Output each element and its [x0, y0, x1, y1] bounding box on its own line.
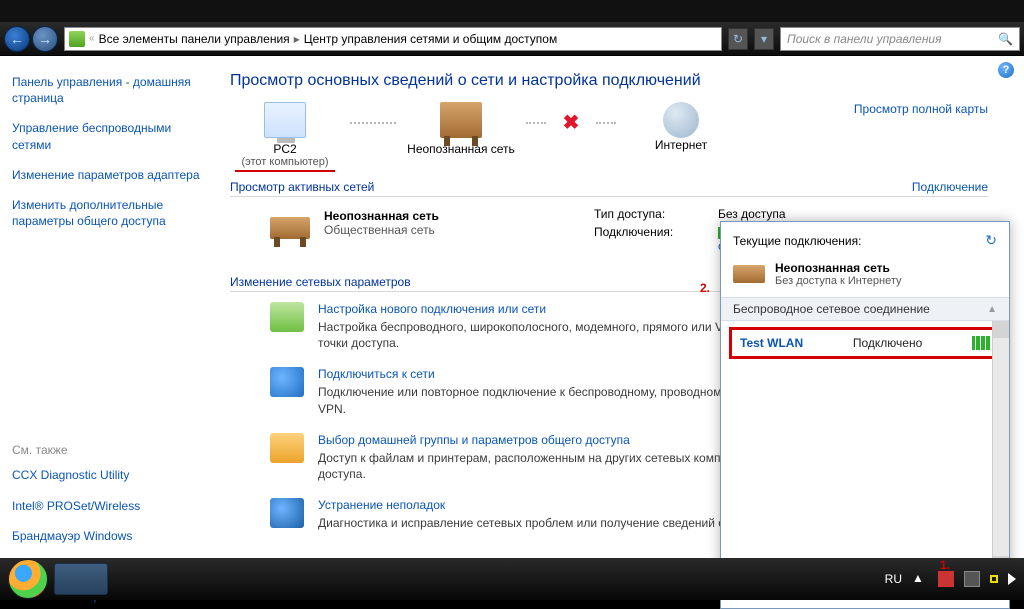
sidebar-item-adapter[interactable]: Изменение параметров адаптера: [12, 167, 202, 183]
volume-icon[interactable]: [1008, 573, 1016, 585]
content: ? Панель управления - домашняя страница …: [0, 56, 1024, 558]
sidebar-item-wireless[interactable]: Управление беспроводными сетями: [12, 120, 202, 152]
system-tray: RU ▲: [885, 571, 1016, 587]
globe-icon: [663, 102, 699, 138]
seealso-heading: См. также: [12, 443, 202, 457]
navbar: ← → « Все элементы панели управления ▸ Ц…: [0, 22, 1024, 56]
seealso-intel[interactable]: Intel® PROSet/Wireless: [12, 498, 202, 514]
forward-button[interactable]: →: [32, 26, 58, 52]
show-hidden-icons[interactable]: ▲: [912, 571, 928, 587]
node-internet[interactable]: Интернет: [626, 102, 736, 152]
search-placeholder: Поиск в панели управления: [787, 32, 942, 46]
seealso-firewall[interactable]: Брандмауэр Windows: [12, 528, 202, 544]
search-input[interactable]: Поиск в панели управления 🔍: [780, 27, 1020, 51]
annotation-underline: [235, 170, 335, 172]
network-flyout: Текущие подключения: ↻ Неопознанная сеть…: [720, 221, 1010, 609]
seealso-ccx[interactable]: CCX Diagnostic Utility: [12, 467, 202, 483]
search-icon: 🔍: [998, 32, 1013, 46]
sidebar-item-sharing[interactable]: Изменить дополнительные параметры общего…: [12, 197, 202, 229]
computer-icon: [264, 102, 306, 138]
connect-link[interactable]: Подключение: [912, 180, 988, 194]
task-link[interactable]: Настройка нового подключения или сети: [318, 302, 546, 316]
wifi-tray-icon[interactable]: [990, 575, 998, 583]
refresh-button[interactable]: ↻: [728, 28, 748, 50]
network-map: PC2 (этот компьютер) Неопознанная сеть ✖…: [230, 102, 988, 172]
sidebar-home[interactable]: Панель управления - домашняя страница: [12, 74, 202, 106]
view-full-map-link[interactable]: Просмотр полной карты: [854, 102, 988, 116]
bench-icon: [270, 217, 310, 239]
troubleshoot-icon: [270, 498, 304, 528]
back-button[interactable]: ←: [4, 26, 30, 52]
wifi-list: Test WLAN Подключено: [721, 321, 1009, 573]
task-link[interactable]: Подключиться к сети: [318, 367, 435, 381]
node-unknown[interactable]: Неопознанная сеть: [406, 102, 516, 156]
control-panel-icon: [69, 31, 85, 47]
network-type-link[interactable]: Общественная сеть: [324, 223, 439, 237]
power-icon[interactable]: [964, 571, 980, 587]
bench-icon: [733, 265, 765, 283]
connection-line: [350, 122, 396, 124]
refresh-icon[interactable]: ↻: [985, 232, 997, 249]
taskbar: RU ▲: [0, 558, 1024, 600]
chevron-up-icon: ▲: [987, 304, 997, 315]
start-button[interactable]: [8, 559, 48, 599]
flyout-section[interactable]: Беспроводное сетевое соединение ▲: [721, 297, 1009, 321]
chevron-left-icon: «: [89, 33, 95, 44]
breadcrumb[interactable]: « Все элементы панели управления ▸ Центр…: [64, 27, 722, 51]
taskbar-app[interactable]: [54, 563, 108, 595]
breadcrumb-item[interactable]: Все элементы панели управления: [99, 32, 290, 46]
annotation-2: 2.: [700, 281, 710, 295]
section-active-networks: Просмотр активных сетей Подключение: [230, 180, 988, 197]
task-link[interactable]: Выбор домашней группы и параметров общег…: [318, 433, 630, 447]
new-connection-icon: [270, 302, 304, 332]
page-title: Просмотр основных сведений о сети и наст…: [230, 72, 988, 90]
disconnected-icon: ✖: [556, 110, 586, 135]
flyout-title: Текущие подключения:: [733, 234, 861, 248]
homegroup-icon: [270, 433, 304, 463]
task-link[interactable]: Устранение неполадок: [318, 498, 445, 512]
connection-line: [526, 122, 546, 124]
scrollbar[interactable]: [992, 321, 1009, 573]
connection-line: [596, 122, 616, 124]
connect-icon: [270, 367, 304, 397]
breadcrumb-item[interactable]: Центр управления сетями и общим доступом: [304, 32, 558, 46]
bench-icon: [440, 102, 482, 138]
chevron-right-icon: ▸: [294, 32, 300, 46]
wifi-item-test-wlan[interactable]: Test WLAN Подключено: [729, 327, 1001, 359]
sidebar: Панель управления - домашняя страница Уп…: [0, 56, 214, 558]
dropdown-button[interactable]: ▾: [754, 28, 774, 50]
language-indicator[interactable]: RU: [885, 572, 902, 586]
action-center-icon[interactable]: [938, 571, 954, 587]
node-pc[interactable]: PC2 (этот компьютер): [230, 102, 340, 172]
annotation-1: 1.: [940, 558, 950, 572]
signal-bars-icon: [972, 336, 990, 350]
titlebar: [0, 0, 1024, 22]
